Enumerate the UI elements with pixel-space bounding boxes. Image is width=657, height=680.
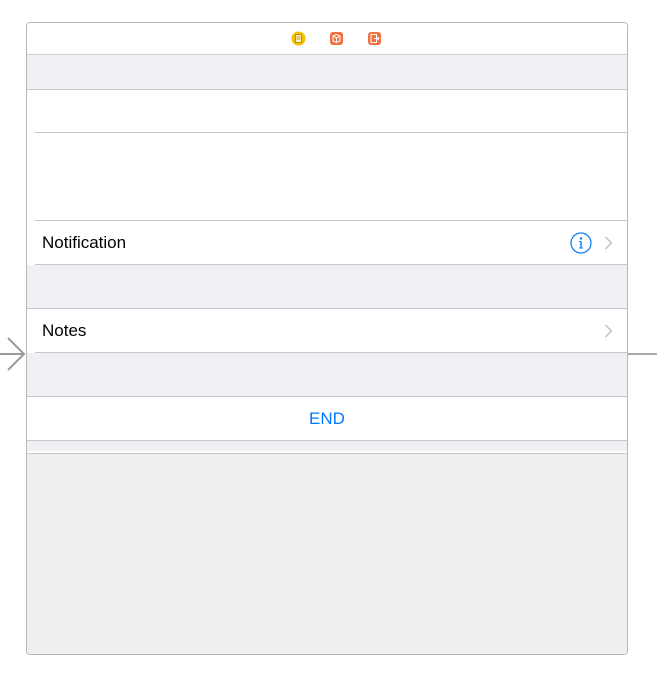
entry-point-arrow-icon	[0, 337, 26, 371]
notes-label: Notes	[42, 321, 87, 340]
view-controller-scene[interactable]: Notification Notes END	[26, 22, 628, 655]
chevron-right-icon	[604, 236, 613, 250]
view-controller-icon[interactable]	[291, 31, 306, 46]
table-background	[27, 453, 627, 654]
notification-label: Notification	[42, 233, 127, 252]
table-footer	[27, 441, 627, 451]
section-header-2	[27, 265, 627, 308]
first-responder-icon[interactable]	[329, 31, 344, 46]
end-button[interactable]: END	[27, 409, 627, 429]
end-cell[interactable]: END	[27, 397, 627, 440]
chevron-right-icon	[604, 324, 613, 338]
empty-cell-1[interactable]	[27, 90, 627, 133]
notification-cell[interactable]: Notification	[27, 221, 627, 264]
info-icon[interactable]	[570, 232, 592, 254]
notes-cell[interactable]: Notes	[27, 309, 627, 352]
exit-icon[interactable]	[367, 31, 382, 46]
section-header-3	[27, 353, 627, 396]
scene-dock	[27, 23, 627, 55]
empty-cell-2[interactable]	[27, 133, 627, 221]
section-header-1	[27, 55, 627, 90]
segue-line	[628, 353, 657, 355]
